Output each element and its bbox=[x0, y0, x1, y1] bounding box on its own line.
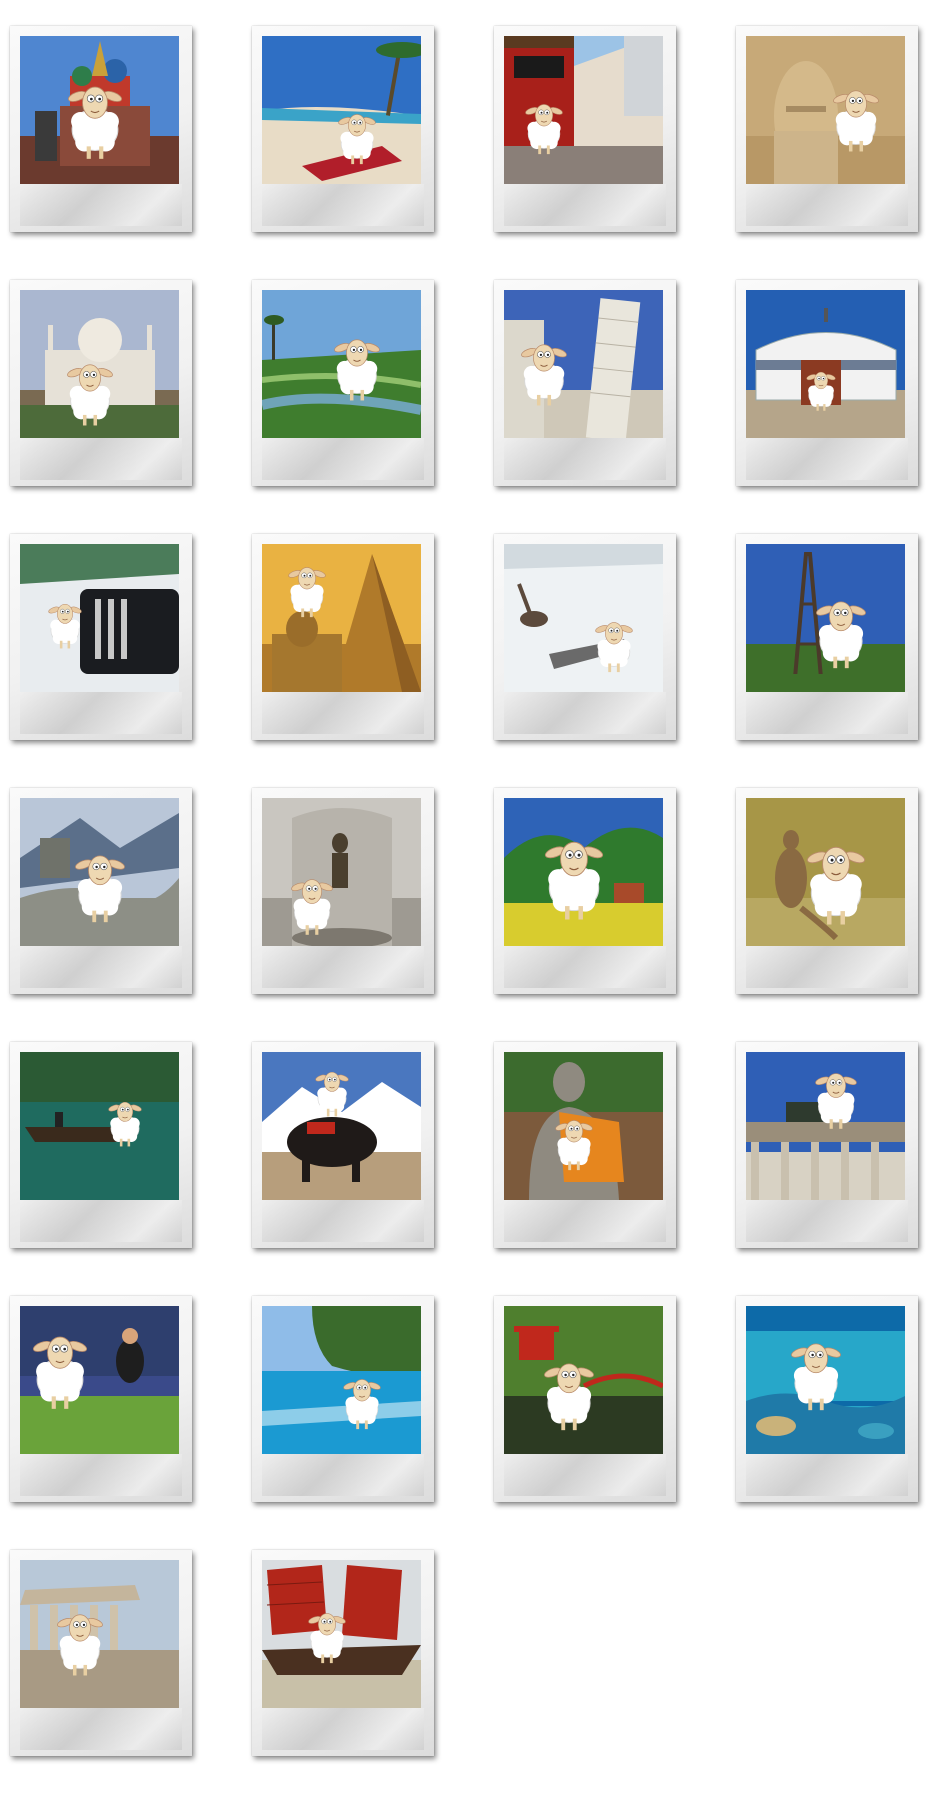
photo-gallery bbox=[0, 0, 938, 1807]
photo-illustration bbox=[504, 798, 663, 946]
polaroid-card-eiffel-tower[interactable] bbox=[736, 534, 918, 740]
photo-illustration bbox=[262, 1306, 421, 1454]
polaroid-photo bbox=[262, 36, 421, 184]
polaroid-card-limousine[interactable] bbox=[10, 534, 192, 740]
polaroid-photo bbox=[504, 290, 663, 438]
polaroid-card-buddha-statue[interactable] bbox=[494, 1042, 676, 1248]
polaroid-card-yurt[interactable] bbox=[736, 280, 918, 486]
photo-illustration bbox=[504, 36, 663, 184]
polaroid-photo bbox=[746, 1052, 905, 1200]
polaroid-card-ha-long-boat[interactable] bbox=[10, 1042, 192, 1248]
polaroid-photo bbox=[262, 544, 421, 692]
photo-illustration bbox=[262, 36, 421, 184]
polaroid-photo bbox=[746, 290, 905, 438]
photo-illustration bbox=[20, 36, 179, 184]
polaroid-card-great-wall[interactable] bbox=[10, 788, 192, 994]
polaroid-card-parthenon[interactable] bbox=[10, 1550, 192, 1756]
polaroid-card-chinese-street[interactable] bbox=[494, 26, 676, 232]
polaroid-card-reindeer-sled[interactable] bbox=[494, 534, 676, 740]
photo-illustration bbox=[20, 1560, 179, 1708]
photo-illustration bbox=[504, 290, 663, 438]
photo-illustration bbox=[20, 1306, 179, 1454]
photo-illustration bbox=[746, 1306, 905, 1454]
polaroid-card-turquoise-lagoon[interactable] bbox=[252, 1296, 434, 1502]
photo-illustration bbox=[746, 36, 905, 184]
polaroid-photo bbox=[262, 1306, 421, 1454]
polaroid-card-moscow-cathedral[interactable] bbox=[10, 26, 192, 232]
polaroid-card-tropical-beach[interactable] bbox=[252, 26, 434, 232]
polaroid-photo bbox=[20, 36, 179, 184]
polaroid-photo bbox=[746, 1306, 905, 1454]
polaroid-card-sphinx-pyramid[interactable] bbox=[252, 534, 434, 740]
polaroid-card-chinese-junk[interactable] bbox=[252, 1550, 434, 1756]
polaroid-card-yak-mountains[interactable] bbox=[252, 1042, 434, 1248]
photo-illustration bbox=[262, 1052, 421, 1200]
polaroid-card-manneken-pis[interactable] bbox=[252, 788, 434, 994]
polaroid-card-stone-head-statue[interactable] bbox=[736, 26, 918, 232]
polaroid-photo bbox=[504, 36, 663, 184]
polaroid-card-rugby-match[interactable] bbox=[10, 1296, 192, 1502]
polaroid-photo bbox=[746, 798, 905, 946]
photo-illustration bbox=[20, 1052, 179, 1200]
polaroid-card-brandenburg-gate[interactable] bbox=[736, 1042, 918, 1248]
polaroid-card-japanese-garden[interactable] bbox=[494, 1296, 676, 1502]
polaroid-photo bbox=[20, 798, 179, 946]
polaroid-photo bbox=[20, 290, 179, 438]
polaroid-photo bbox=[20, 1560, 179, 1708]
polaroid-card-alpine-meadow[interactable] bbox=[494, 788, 676, 994]
photo-illustration bbox=[20, 290, 179, 438]
photo-illustration bbox=[746, 544, 905, 692]
photo-illustration bbox=[504, 1052, 663, 1200]
photo-illustration bbox=[20, 544, 179, 692]
polaroid-card-coral-reef[interactable] bbox=[736, 1296, 918, 1502]
polaroid-photo bbox=[262, 1052, 421, 1200]
polaroid-photo bbox=[504, 544, 663, 692]
polaroid-photo bbox=[262, 798, 421, 946]
polaroid-photo bbox=[746, 544, 905, 692]
photo-illustration bbox=[746, 798, 905, 946]
photo-illustration bbox=[20, 798, 179, 946]
polaroid-photo bbox=[504, 798, 663, 946]
polaroid-card-taj-mahal[interactable] bbox=[10, 280, 192, 486]
polaroid-photo bbox=[262, 290, 421, 438]
photo-illustration bbox=[504, 1306, 663, 1454]
polaroid-card-leaning-tower-pisa[interactable] bbox=[494, 280, 676, 486]
photo-illustration bbox=[262, 544, 421, 692]
photo-illustration bbox=[504, 544, 663, 692]
polaroid-card-kangaroo-outback[interactable] bbox=[736, 788, 918, 994]
photo-illustration bbox=[746, 1052, 905, 1200]
polaroid-card-rice-terraces[interactable] bbox=[252, 280, 434, 486]
polaroid-photo bbox=[262, 1560, 421, 1708]
photo-illustration bbox=[262, 798, 421, 946]
polaroid-photo bbox=[20, 1052, 179, 1200]
polaroid-photo bbox=[20, 544, 179, 692]
photo-illustration bbox=[262, 290, 421, 438]
polaroid-photo bbox=[20, 1306, 179, 1454]
photo-illustration bbox=[746, 290, 905, 438]
photo-illustration bbox=[262, 1560, 421, 1708]
polaroid-photo bbox=[504, 1052, 663, 1200]
polaroid-photo bbox=[504, 1306, 663, 1454]
polaroid-photo bbox=[746, 36, 905, 184]
